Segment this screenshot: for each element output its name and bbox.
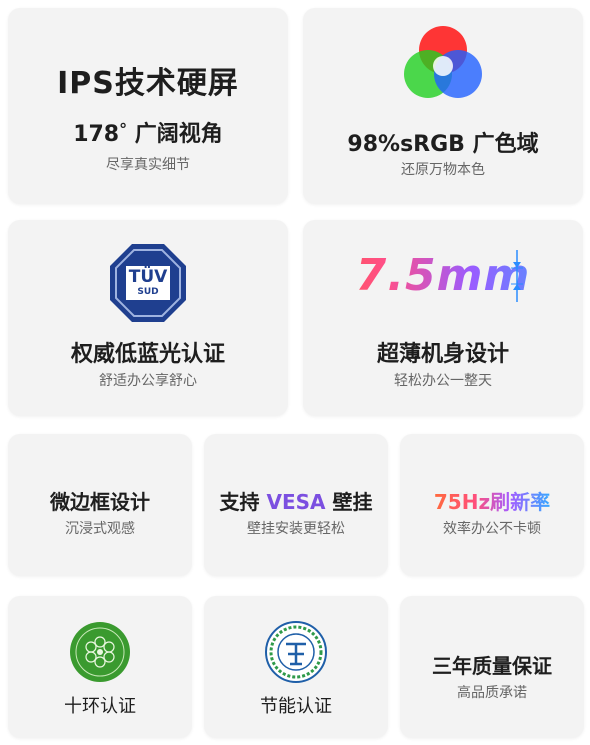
thickness-marker-icon	[511, 250, 523, 302]
hz-title-wrap: 75Hz刷新率	[400, 486, 584, 515]
ten-ring-title: 十环认证	[64, 696, 136, 717]
vesa-title-post: 壁挂	[325, 490, 373, 514]
card-thin: 7.5mm 超薄机身设计 轻松办公一整天	[303, 220, 583, 416]
ips-subtitle-deg: °	[119, 120, 128, 139]
tuv-title: 权威低蓝光认证	[70, 342, 225, 367]
card-ips: IPS技术硬屏 178° 广阔视角 尽享真实细节	[8, 8, 288, 204]
energy-title: 节能认证	[260, 696, 332, 717]
srgb-desc: 还原万物本色	[401, 162, 485, 178]
hz-title: 75Hz刷新率	[433, 490, 551, 514]
srgb-title: 98%sRGB 广色域	[347, 132, 539, 157]
ips-subtitle-num: 178	[73, 122, 120, 147]
tuv-logo-top: TÜV	[128, 267, 168, 287]
card-energy: 节能认证	[204, 596, 388, 738]
energy-saving-cert-icon	[265, 621, 327, 683]
bezel-title: 微边框设计	[50, 490, 150, 514]
bezel-desc: 沉浸式观感	[65, 521, 135, 537]
card-ten-ring: 十环认证	[8, 596, 192, 738]
ips-title: IPS技术硬屏	[57, 66, 239, 101]
tuv-logo-bottom: SUD	[137, 287, 159, 297]
card-srgb: 98%sRGB 广色域 还原万物本色	[303, 8, 583, 204]
thin-desc: 轻松办公一整天	[394, 373, 492, 389]
thin-title: 超薄机身设计	[376, 342, 509, 367]
china-environmental-label-icon	[70, 622, 130, 682]
tuv-certification-icon: TÜV SUD	[108, 242, 188, 324]
ips-subtitle: 178° 广阔视角	[8, 116, 288, 148]
rgb-color-circles-icon	[404, 26, 482, 98]
card-bezel: 微边框设计 沉浸式观感	[8, 434, 192, 576]
card-warranty: 三年质量保证 高品质承诺	[400, 596, 584, 738]
thin-big-text: 7.5mm	[303, 250, 583, 301]
vesa-title-accent: VESA	[266, 490, 326, 514]
card-vesa: 支持 VESA 壁挂 壁挂安装更轻松	[204, 434, 388, 576]
tuv-desc: 舒适办公享舒心	[99, 373, 197, 389]
hz-desc: 效率办公不卡顿	[443, 521, 541, 537]
vesa-title: 支持 VESA 壁挂	[204, 486, 388, 515]
card-hz: 75Hz刷新率 效率办公不卡顿	[400, 434, 584, 576]
vesa-title-pre: 支持	[219, 490, 267, 514]
warranty-title: 三年质量保证	[432, 654, 552, 678]
ips-subtitle-text: 广阔视角	[127, 122, 223, 147]
vesa-desc: 壁挂安装更轻松	[247, 521, 345, 537]
warranty-desc: 高品质承诺	[457, 685, 527, 701]
card-tuv: TÜV SUD 权威低蓝光认证 舒适办公享舒心	[8, 220, 288, 416]
ips-desc: 尽享真实细节	[106, 157, 190, 173]
